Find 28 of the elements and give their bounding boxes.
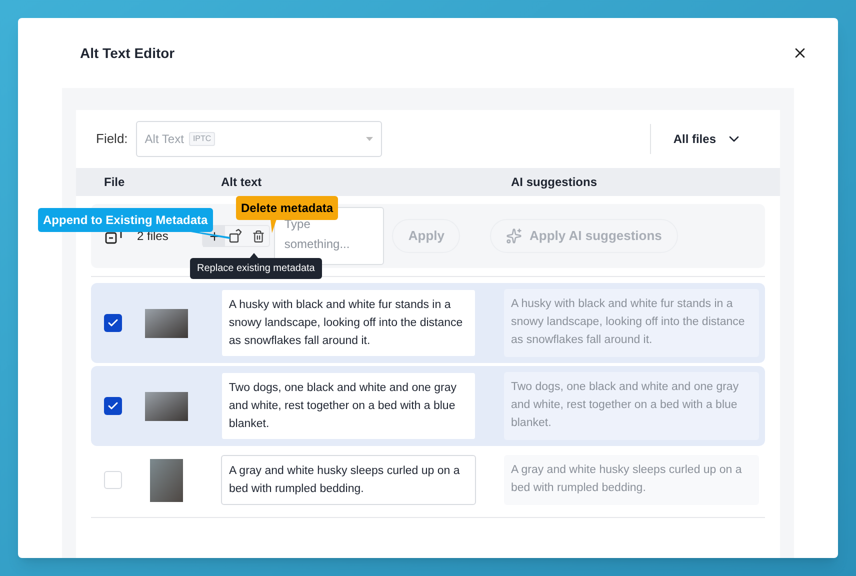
check-icon [106,400,119,412]
ai-suggestion: A husky with black and white fur stands in a snowy landscape, looking off into the distance as snowflakes fall around it. [504,289,759,357]
column-header: File [104,174,126,191]
alt-text-field[interactable]: A husky with black and white fur stands in a snowy landscape, looking off into the distance as snowflakes fall around it. [220,289,476,357]
field-label: Field: [96,130,128,148]
photo-placeholder [144,308,188,338]
photo-placeholder [150,458,183,502]
table-row[interactable] [91,283,765,363]
ai-suggestion: A gray and white husky sleeps curled up on a bed with rumpled bedding. [504,455,759,505]
check-icon [106,317,119,329]
sparkles-icon [506,228,522,244]
table-row[interactable]: Two dogs, one black and white and one gray and white, rest together on a bed with a blue blanket. Two dogs, one black and white and one gray and white, rest together on a bed with a blue blanket. [91,366,765,446]
ai-suggestion: Two dogs, one black and white and one gray and white, rest together on a bed with a blue blanket. [504,372,759,440]
row-checkbox[interactable] [104,471,122,489]
column-header: AI suggestions [511,174,598,191]
dialog-title: Alt Text Editor [80,44,175,62]
row-checkbox[interactable] [104,314,122,332]
column-header: Alt text [221,174,263,191]
field-tag: IPTC [188,132,216,146]
field-value: Alt Text [144,131,184,148]
photo-placeholder [144,392,188,420]
row-checkbox[interactable] [104,397,122,415]
tooltip: Replace existing metadata [190,258,322,279]
alt-text-field[interactable]: A gray and white husky sleeps curled up on a bed with rumpled bedding. [220,455,476,505]
alt-text-field[interactable]: Two dogs, one black and white and one gray and white, rest together on a bed with a blue blanket. [220,372,476,440]
caret-icon [366,137,373,141]
filter-dropdown[interactable]: All files [673,130,742,148]
tooltip: Delete metadata [236,196,338,220]
